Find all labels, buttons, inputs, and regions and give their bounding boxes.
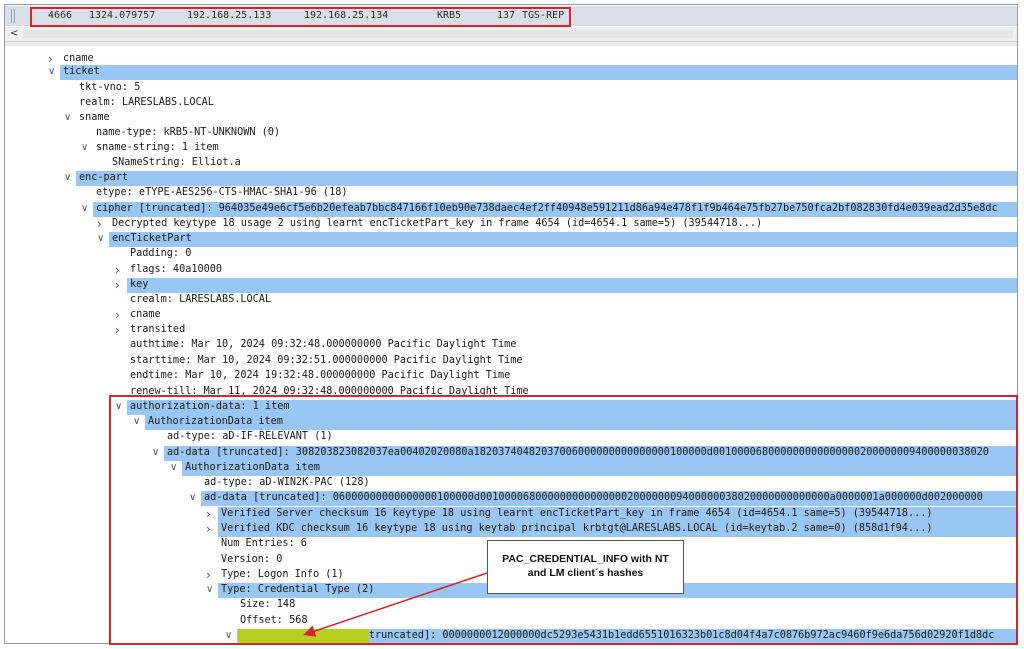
tree-row[interactable]: encTicketPart — [112, 231, 192, 247]
chevron-right-icon[interactable]: › — [115, 322, 120, 338]
annotation-line-2: and LM client´s hashes — [527, 567, 644, 579]
pac-credential-info-marker — [238, 629, 369, 643]
annotation-line-1: PAC_CREDENTIAL_INFO with NT — [502, 553, 669, 565]
row-highlight — [76, 171, 1017, 186]
chevron-down-icon[interactable]: ∨ — [81, 140, 88, 156]
tree-row[interactable]: sname-string: 1 item — [96, 140, 219, 156]
scrollbar-track[interactable] — [23, 30, 1013, 38]
tree-row[interactable]: transited — [130, 322, 185, 338]
scroll-left-icon[interactable]: < — [10, 27, 18, 41]
chevron-right-icon[interactable]: › — [115, 262, 120, 278]
tree-row[interactable]: crealm: LARESLABS.LOCAL — [130, 292, 271, 308]
tree-row[interactable]: flags: 40a10000 — [130, 262, 222, 278]
tree-row[interactable]: authtime: Mar 10, 2024 09:32:48.00000000… — [130, 337, 516, 353]
tree-row[interactable]: SNameString: Elliot.a — [112, 155, 241, 171]
row-highlight — [109, 232, 1017, 247]
column-grip — [14, 9, 15, 23]
annotation-callout: PAC_CREDENTIAL_INFO with NT and LM clien… — [487, 540, 684, 594]
chevron-down-icon[interactable]: ∨ — [97, 231, 104, 247]
tree-row[interactable]: sname — [79, 110, 110, 126]
tree-row[interactable]: enc-part — [79, 170, 128, 186]
tree-row[interactable]: cipher [truncated]: 964035e49e6cf5e6b20e… — [96, 201, 998, 217]
tree-row[interactable]: endtime: Mar 10, 2024 19:32:48.000000000… — [130, 368, 510, 384]
packet-highlight-box — [30, 7, 571, 27]
chevron-down-icon[interactable]: ∨ — [64, 110, 71, 126]
authorization-data-highlight-box — [109, 395, 1018, 645]
pane-separator[interactable] — [5, 42, 1017, 46]
tree-row[interactable]: Decrypted keytype 18 usage 2 using learn… — [112, 216, 762, 232]
chevron-down-icon[interactable]: ∨ — [81, 201, 88, 217]
horizontal-scrollbar[interactable]: < — [5, 27, 1017, 42]
tree-row[interactable]: Padding: 0 — [130, 246, 191, 262]
tree-row[interactable]: cname — [130, 307, 161, 323]
row-highlight — [60, 65, 1017, 80]
tree-row[interactable]: name-type: kRB5-NT-UNKNOWN (0) — [96, 125, 280, 141]
tree-row[interactable]: realm: LARESLABS.LOCAL — [79, 95, 214, 111]
column-grip — [11, 9, 12, 23]
row-highlight — [127, 278, 1017, 293]
packet-viewer: 4666 1324.079757 192.168.25.133 192.168.… — [0, 0, 1024, 649]
tree-row[interactable]: etype: eTYPE-AES256-CTS-HMAC-SHA1-96 (18… — [96, 185, 347, 201]
tree-row[interactable]: starttime: Mar 10, 2024 09:32:51.0000000… — [130, 353, 523, 369]
chevron-right-icon[interactable]: › — [115, 277, 120, 293]
chevron-right-icon[interactable]: › — [115, 307, 120, 323]
chevron-right-icon[interactable]: › — [97, 216, 102, 232]
chevron-down-icon[interactable]: ∨ — [64, 170, 71, 186]
tree-row[interactable]: key — [130, 277, 148, 293]
tree-row[interactable]: tkt-vno: 5 — [79, 80, 140, 96]
tree-row[interactable]: ticket — [63, 64, 100, 80]
chevron-down-icon[interactable]: ∨ — [48, 64, 55, 80]
